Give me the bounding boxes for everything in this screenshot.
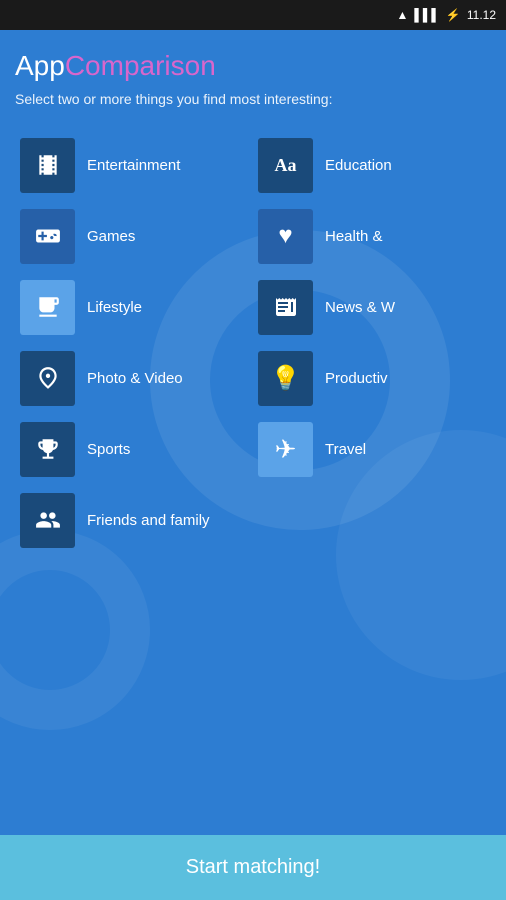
title-app: App xyxy=(15,50,65,81)
category-entertainment[interactable]: Entertainment xyxy=(15,130,253,201)
games-icon xyxy=(20,209,75,264)
status-bar: ▲ ▌▌▌ ⚡ 11.12 xyxy=(0,0,506,30)
productivity-label: Productiv xyxy=(325,370,388,387)
photo-video-label: Photo & Video xyxy=(87,370,183,387)
category-education[interactable]: Aa Education xyxy=(253,130,491,201)
news-icon xyxy=(258,280,313,335)
news-label: News & W xyxy=(325,299,395,316)
sports-icon xyxy=(20,422,75,477)
health-icon: ♥ xyxy=(258,209,313,264)
sports-label: Sports xyxy=(87,441,130,458)
friends-family-icon xyxy=(20,493,75,548)
friends-family-label: Friends and family xyxy=(87,512,210,529)
category-sports[interactable]: Sports xyxy=(15,414,253,485)
productivity-icon: 💡 xyxy=(258,351,313,406)
app-title: AppComparison xyxy=(15,50,491,82)
education-label: Education xyxy=(325,157,392,174)
games-label: Games xyxy=(87,228,135,245)
category-travel[interactable]: ✈ Travel xyxy=(253,414,491,485)
start-matching-label: Start matching! xyxy=(186,856,321,879)
left-column: Entertainment Games Lifestyle Photo & Vi… xyxy=(15,130,253,556)
category-lifestyle[interactable]: Lifestyle xyxy=(15,272,253,343)
health-label: Health & xyxy=(325,228,383,245)
travel-icon: ✈ xyxy=(258,422,313,477)
wifi-icon: ▲ xyxy=(397,8,409,22)
main-content: AppComparison Select two or more things … xyxy=(0,30,506,556)
category-productivity[interactable]: 💡 Productiv xyxy=(253,343,491,414)
lifestyle-label: Lifestyle xyxy=(87,299,142,316)
travel-label: Travel xyxy=(325,441,366,458)
start-matching-button[interactable]: Start matching! xyxy=(0,835,506,900)
battery-icon: ⚡ xyxy=(446,8,461,22)
category-friends-family[interactable]: Friends and family xyxy=(15,485,253,556)
category-health[interactable]: ♥ Health & xyxy=(253,201,491,272)
categories-grid: Entertainment Games Lifestyle Photo & Vi… xyxy=(15,130,491,556)
category-games[interactable]: Games xyxy=(15,201,253,272)
right-column: Aa Education ♥ Health & News & W 💡 Produ… xyxy=(253,130,491,556)
entertainment-icon xyxy=(20,138,75,193)
signal-icon: ▌▌▌ xyxy=(414,8,440,22)
lifestyle-icon xyxy=(20,280,75,335)
category-photo-video[interactable]: Photo & Video xyxy=(15,343,253,414)
entertainment-label: Entertainment xyxy=(87,157,180,174)
education-icon: Aa xyxy=(258,138,313,193)
title-comparison: Comparison xyxy=(65,50,216,81)
photo-video-icon xyxy=(20,351,75,406)
subtitle: Select two or more things you find most … xyxy=(15,90,491,110)
time-display: 11.12 xyxy=(467,8,496,22)
category-news[interactable]: News & W xyxy=(253,272,491,343)
